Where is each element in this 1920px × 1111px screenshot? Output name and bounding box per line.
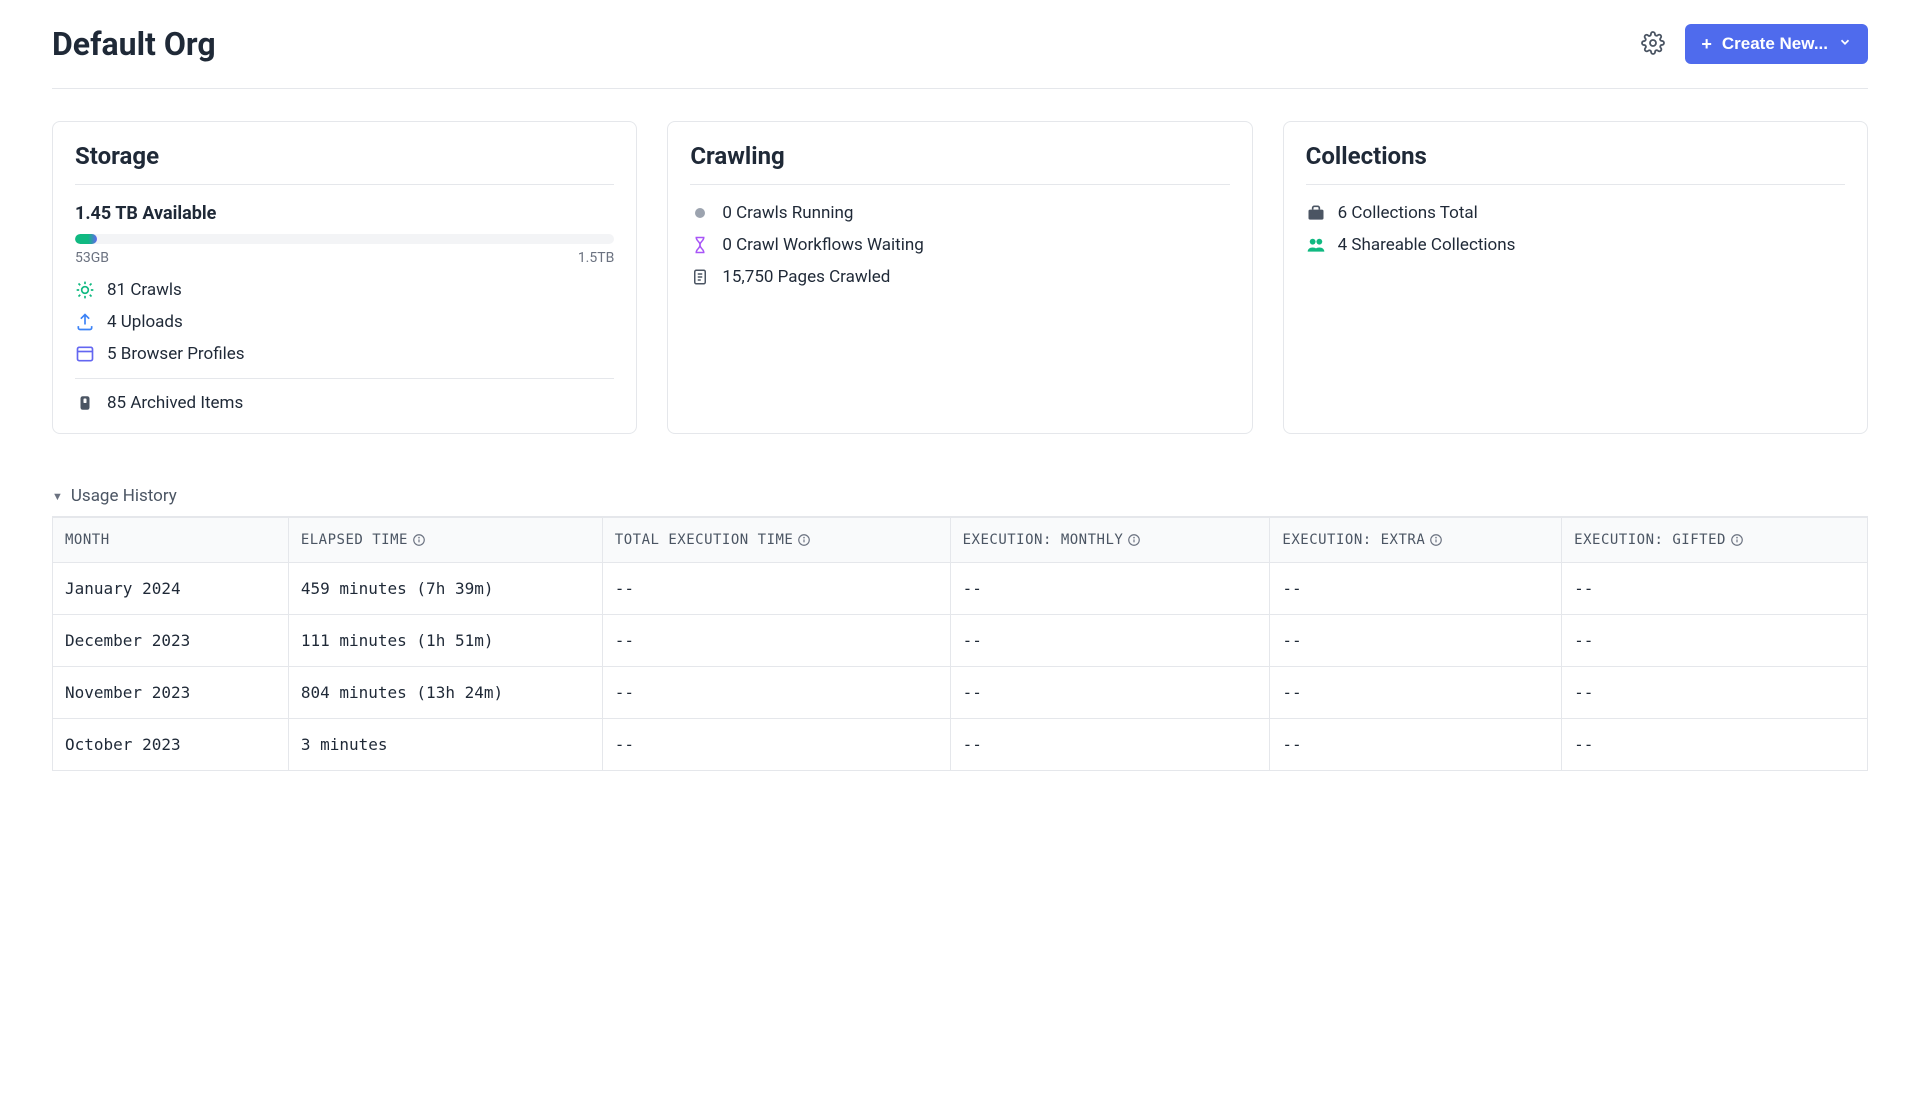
cell-gifted: -- — [1562, 719, 1868, 771]
col-exec-monthly: EXECUTION: MONTHLY — [950, 518, 1270, 563]
collections-title: Collections — [1306, 142, 1845, 185]
storage-profiles-text: 5 Browser Profiles — [107, 344, 245, 364]
triangle-down-icon: ▼ — [52, 490, 63, 503]
cell-gifted: -- — [1562, 615, 1868, 667]
storage-uploads-text: 4 Uploads — [107, 312, 183, 332]
usage-history-table: MONTH ELAPSED TIME TOTAL EXECUTION TIME … — [52, 517, 1868, 771]
crawling-title: Crawling — [690, 142, 1229, 185]
usage-history-title: Usage History — [71, 486, 177, 506]
cell-elapsed: 459 minutes (7h 39m) — [288, 563, 602, 615]
page-title: Default Org — [52, 25, 216, 63]
collections-shareable-line[interactable]: 4 Shareable Collections — [1306, 235, 1845, 255]
col-exec-gifted: EXECUTION: GIFTED — [1562, 518, 1868, 563]
usage-history-toggle[interactable]: ▼ Usage History — [52, 486, 1868, 517]
storage-progress — [75, 234, 614, 244]
cell-monthly: -- — [950, 719, 1270, 771]
cell-elapsed: 804 minutes (13h 24m) — [288, 667, 602, 719]
collections-shareable-text: 4 Shareable Collections — [1338, 235, 1516, 255]
cell-gifted: -- — [1562, 667, 1868, 719]
storage-title: Storage — [75, 142, 614, 185]
cell-monthly: -- — [950, 615, 1270, 667]
settings-button[interactable] — [1637, 27, 1669, 62]
cell-extra: -- — [1270, 667, 1562, 719]
crawling-pages-line[interactable]: 15,750 Pages Crawled — [690, 267, 1229, 287]
storage-crawls-line[interactable]: 81 Crawls — [75, 280, 614, 300]
table-row: November 2023804 minutes (13h 24m)------… — [53, 667, 1868, 719]
create-new-label: Create New... — [1722, 34, 1828, 54]
cell-month: December 2023 — [53, 615, 289, 667]
storage-uploads-line[interactable]: 4 Uploads — [75, 312, 614, 332]
cell-monthly: -- — [950, 563, 1270, 615]
storage-crawls-text: 81 Crawls — [107, 280, 182, 300]
browser-icon — [75, 344, 95, 364]
storage-available: 1.45 TB Available — [75, 203, 614, 224]
cell-extra: -- — [1270, 563, 1562, 615]
crawling-waiting-line[interactable]: 0 Crawl Workflows Waiting — [690, 235, 1229, 255]
status-dot-icon — [690, 203, 710, 223]
cell-elapsed: 3 minutes — [288, 719, 602, 771]
collections-total-line[interactable]: 6 Collections Total — [1306, 203, 1845, 223]
storage-card: Storage 1.45 TB Available 53GB 1.5TB 81 … — [52, 121, 637, 434]
info-icon[interactable] — [1127, 533, 1141, 547]
collections-card: Collections 6 Collections Total 4 Sharea… — [1283, 121, 1868, 434]
storage-used-label: 53GB — [75, 250, 109, 266]
page-icon — [690, 267, 710, 287]
gear-icon — [1641, 31, 1665, 58]
col-elapsed: ELAPSED TIME — [288, 518, 602, 563]
divider — [75, 378, 614, 379]
cell-extra: -- — [1270, 719, 1562, 771]
cell-month: October 2023 — [53, 719, 289, 771]
crawling-waiting-text: 0 Crawl Workflows Waiting — [722, 235, 923, 255]
briefcase-icon — [1306, 203, 1326, 223]
create-new-button[interactable]: + Create New... — [1685, 24, 1868, 64]
cell-monthly: -- — [950, 667, 1270, 719]
storage-profiles-line[interactable]: 5 Browser Profiles — [75, 344, 614, 364]
cell-gifted: -- — [1562, 563, 1868, 615]
plus-icon: + — [1701, 35, 1712, 53]
cell-total: -- — [602, 563, 950, 615]
col-total-exec: TOTAL EXECUTION TIME — [602, 518, 950, 563]
chevron-down-icon — [1838, 34, 1852, 54]
info-icon[interactable] — [412, 533, 426, 547]
cell-total: -- — [602, 719, 950, 771]
cell-month: November 2023 — [53, 667, 289, 719]
crawling-running-text: 0 Crawls Running — [722, 203, 853, 223]
cell-elapsed: 111 minutes (1h 51m) — [288, 615, 602, 667]
storage-total-label: 1.5TB — [578, 250, 615, 266]
crawl-icon — [75, 280, 95, 300]
cell-extra: -- — [1270, 615, 1562, 667]
info-icon[interactable] — [1730, 533, 1744, 547]
storage-archived-line[interactable]: 85 Archived Items — [75, 393, 614, 413]
crawling-running-line[interactable]: 0 Crawls Running — [690, 203, 1229, 223]
table-row: December 2023111 minutes (1h 51m)-------… — [53, 615, 1868, 667]
storage-progress-fill — [75, 234, 97, 244]
cell-month: January 2024 — [53, 563, 289, 615]
collections-total-text: 6 Collections Total — [1338, 203, 1478, 223]
table-row: October 20233 minutes-------- — [53, 719, 1868, 771]
archive-icon — [75, 393, 95, 413]
users-icon — [1306, 235, 1326, 255]
upload-icon — [75, 312, 95, 332]
table-row: January 2024459 minutes (7h 39m)-------- — [53, 563, 1868, 615]
cell-total: -- — [602, 667, 950, 719]
info-icon[interactable] — [1429, 533, 1443, 547]
col-month: MONTH — [53, 518, 289, 563]
storage-archived-text: 85 Archived Items — [107, 393, 243, 413]
crawling-card: Crawling 0 Crawls Running 0 Crawl Workfl… — [667, 121, 1252, 434]
info-icon[interactable] — [797, 533, 811, 547]
col-exec-extra: EXECUTION: EXTRA — [1270, 518, 1562, 563]
cell-total: -- — [602, 615, 950, 667]
crawling-pages-text: 15,750 Pages Crawled — [722, 267, 890, 287]
hourglass-icon — [690, 235, 710, 255]
